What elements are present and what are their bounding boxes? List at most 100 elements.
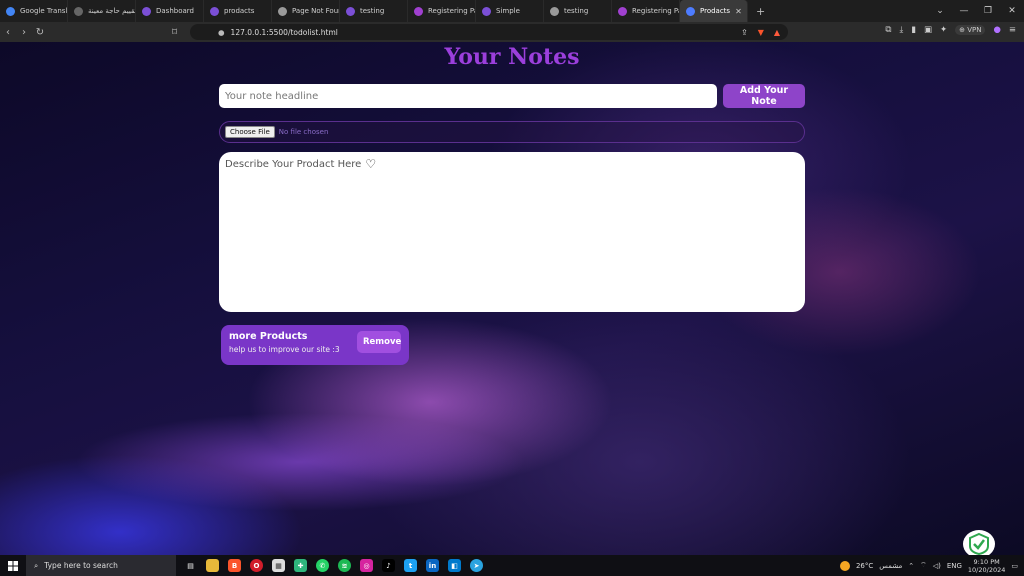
bookmark-icon[interactable]: ⌑ xyxy=(172,27,177,38)
sidebar-icon[interactable]: ▮ xyxy=(911,25,916,35)
tab-label: Registering Page xyxy=(428,7,475,15)
windows-start-button[interactable] xyxy=(0,560,26,571)
file-input[interactable]: Choose File No file chosen xyxy=(219,121,805,143)
back-button[interactable]: ‹ xyxy=(0,27,16,38)
tab-close-icon[interactable]: ✕ xyxy=(735,7,742,16)
browser-tab[interactable]: Page Not Found ( xyxy=(272,0,340,22)
add-note-button[interactable]: Add Your Note xyxy=(723,84,805,108)
tab-favicon-icon xyxy=(6,6,15,16)
browser-tab[interactable]: testing xyxy=(544,0,612,22)
share-icon[interactable]: ⇪ xyxy=(741,28,748,37)
restore-button[interactable]: ❐ xyxy=(976,6,1000,16)
choose-file-button[interactable]: Choose File xyxy=(225,126,275,138)
reload-button[interactable]: ↻ xyxy=(32,27,48,38)
volume-icon[interactable]: ◁) xyxy=(933,562,941,570)
taskbar-search[interactable]: ⌕ Type here to search xyxy=(26,555,176,576)
toolbar-icons: ⧉ ⤓ ▮ ▣ ✦ ⊕ VPN ● ≡ xyxy=(885,25,1016,35)
browser-tab[interactable]: Google Translate xyxy=(0,0,68,22)
tab-favicon-icon xyxy=(346,6,355,16)
windows-taskbar: ⌕ Type here to search ▤ B O ▦ ✚ ✆ ≋ ◎ ♪ … xyxy=(0,555,1024,576)
check-mark-icon xyxy=(969,532,989,555)
search-icon: ⌕ xyxy=(34,560,39,570)
check-badge-icon[interactable] xyxy=(963,530,995,555)
description-placeholder: Describe Your Prodact Here xyxy=(225,159,362,170)
tiktok-icon[interactable]: ♪ xyxy=(382,559,395,572)
profile-icon[interactable]: ● xyxy=(993,25,1000,35)
tab-label: Dashboard xyxy=(156,7,194,15)
new-tab-button[interactable]: + xyxy=(748,5,773,18)
clock[interactable]: 9:10 PM 10/20/2024 xyxy=(968,558,1005,574)
telegram-icon[interactable]: ➤ xyxy=(470,559,483,572)
leo-ai-icon[interactable]: ✦ xyxy=(940,25,947,35)
menu-icon[interactable]: ≡ xyxy=(1009,25,1016,35)
weather-temp: 26°C xyxy=(855,561,874,570)
window-controls: ⌄ — ❐ ✕ xyxy=(928,0,1024,22)
opera-icon[interactable]: O xyxy=(250,559,263,572)
tab-favicon-icon xyxy=(414,6,423,16)
task-view-icon[interactable]: ▤ xyxy=(184,559,197,572)
browser-toolbar: ‹ › ↻ ⌑ ● 127.0.0.1:5500/todolist.html ⇪… xyxy=(0,22,1024,42)
note-card: more Products help us to improve our sit… xyxy=(221,325,409,365)
url-text: 127.0.0.1:5500/todolist.html xyxy=(230,27,338,37)
tab-favicon-icon xyxy=(550,6,559,16)
whatsapp-icon[interactable]: ✆ xyxy=(316,559,329,572)
minimize-button[interactable]: — xyxy=(952,6,976,16)
close-window-button[interactable]: ✕ xyxy=(1000,6,1024,16)
tab-favicon-icon xyxy=(686,6,695,16)
tab-label: Google Translate xyxy=(20,7,68,15)
tab-favicon-icon xyxy=(618,6,627,16)
clock-time: 9:10 PM xyxy=(973,557,1000,566)
browser-tab[interactable]: Prodacts ✕ xyxy=(680,0,748,22)
brave-rewards-icon[interactable]: ▲ xyxy=(774,28,780,37)
tab-label: تقييم حاجة معينة xyxy=(88,7,136,15)
extensions-icon[interactable]: ⧉ xyxy=(885,25,891,35)
tab-label: prodacts xyxy=(224,7,255,15)
address-bar[interactable]: ⌑ ● 127.0.0.1:5500/todolist.html ⇪ ▼ ▲ xyxy=(172,24,788,40)
forward-button[interactable]: › xyxy=(16,27,32,38)
network-icon[interactable]: ⌔ xyxy=(920,561,927,570)
clock-date: 10/20/2024 xyxy=(967,565,1006,574)
tab-favicon-icon xyxy=(482,6,491,16)
browser-tab[interactable]: Registering Page xyxy=(612,0,680,22)
taskbar-apps: ▤ B O ▦ ✚ ✆ ≋ ◎ ♪ t in ◧ ➤ xyxy=(184,559,483,572)
remove-button[interactable]: Remove xyxy=(357,331,401,353)
wallet-icon[interactable]: ▣ xyxy=(924,25,932,35)
browser-tab[interactable]: prodacts xyxy=(204,0,272,22)
puzzle-app-icon[interactable]: ✚ xyxy=(294,559,307,572)
browser-tab[interactable]: Registering Page xyxy=(408,0,476,22)
browser-tab[interactable]: تقييم حاجة معينة xyxy=(68,0,136,22)
weather-sun-icon[interactable] xyxy=(839,560,850,571)
linkedin-icon[interactable]: in xyxy=(426,559,439,572)
tab-label: Prodacts xyxy=(700,7,731,15)
tab-favicon-icon xyxy=(210,6,219,16)
vscode-icon[interactable]: ◧ xyxy=(448,559,461,572)
instagram-icon[interactable]: ◎ xyxy=(360,559,373,572)
site-info-icon[interactable]: ● xyxy=(218,28,225,37)
language-indicator[interactable]: ENG xyxy=(947,562,962,570)
note-headline-input[interactable] xyxy=(219,84,717,108)
tray-chevron-icon[interactable]: ⌃ xyxy=(908,562,914,570)
download-icon[interactable]: ⤓ xyxy=(900,25,904,35)
page-viewport: Your Notes Add Your Note Choose File No … xyxy=(0,42,1024,555)
tab-favicon-icon xyxy=(278,6,287,16)
browser-tab[interactable]: Simple xyxy=(476,0,544,22)
calendar-app-icon[interactable]: ▦ xyxy=(272,559,285,572)
browser-tab-bar: Google Translate تقييم حاجة معينة Dashboar… xyxy=(0,0,1024,22)
description-textarea[interactable]: Describe Your Prodact Here ♡ xyxy=(219,152,805,312)
weather-desc: مشمس xyxy=(879,561,903,570)
brave-shield-icon[interactable]: ▼ xyxy=(758,28,764,37)
tab-label: Registering Page xyxy=(632,7,679,15)
tab-label: testing xyxy=(360,7,385,15)
tab-list-chevron-icon[interactable]: ⌄ xyxy=(928,6,952,16)
windows-logo-icon xyxy=(8,560,18,571)
browser-tab[interactable]: testing xyxy=(340,0,408,22)
browser-tab[interactable]: Dashboard xyxy=(136,0,204,22)
tab-label: Page Not Found ( xyxy=(292,7,339,15)
twitter-icon[interactable]: t xyxy=(404,559,417,572)
vpn-button[interactable]: ⊕ VPN xyxy=(955,25,986,35)
brave-browser-icon[interactable]: B xyxy=(228,559,241,572)
heart-icon: ♡ xyxy=(365,157,377,171)
file-explorer-icon[interactable] xyxy=(206,559,219,572)
spotify-icon[interactable]: ≋ xyxy=(338,559,351,572)
notification-icon[interactable]: ▭ xyxy=(1011,562,1018,570)
